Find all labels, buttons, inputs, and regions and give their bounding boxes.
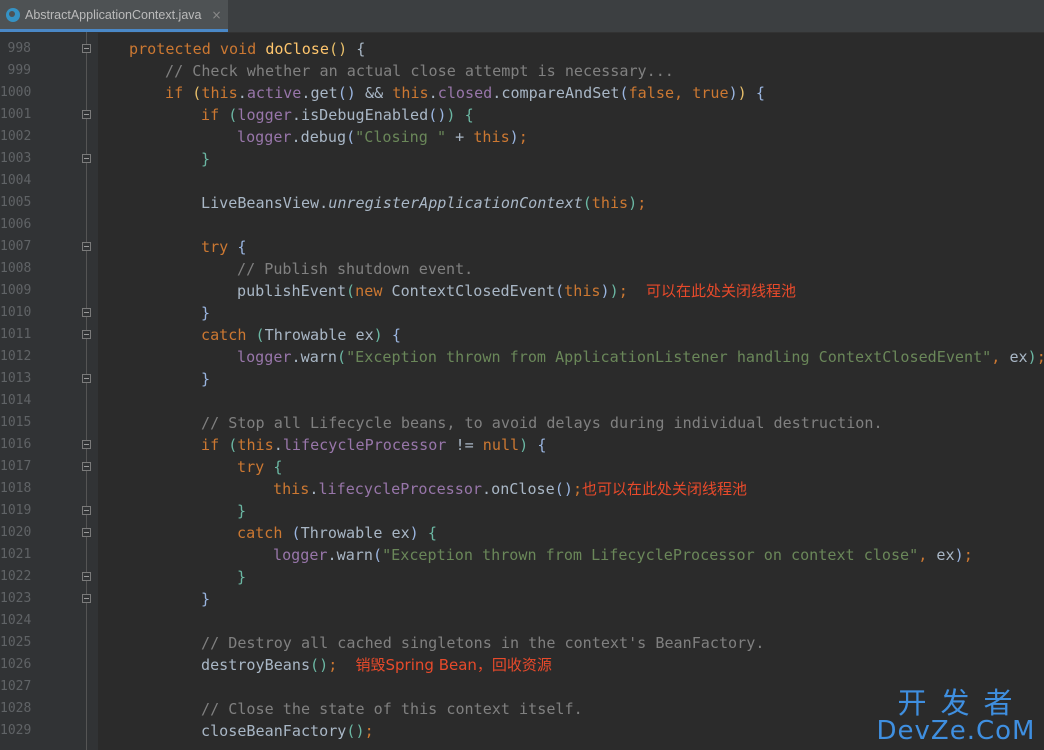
code-text: // Destroy all cached singletons in the …	[201, 634, 765, 652]
annotation-note: 也可以在此处关闭线程池	[582, 480, 748, 498]
line-number: 1004	[0, 173, 32, 188]
code-text: // Stop all Lifecycle beans, to avoid de…	[201, 414, 883, 432]
annotation-note: 可以在此处关闭线程池	[646, 282, 797, 300]
line-number: 1027	[0, 679, 32, 694]
fold-marker-icon[interactable]	[82, 528, 91, 537]
line-number: 1015	[0, 415, 32, 430]
code-text: }	[201, 150, 211, 168]
fold-marker-icon[interactable]	[82, 242, 91, 251]
code-text: if (this.active.get() && this.closed.com…	[165, 84, 765, 102]
code-text: closeBeanFactory();	[201, 722, 374, 740]
line-number: 1029	[0, 723, 32, 738]
code-text: if (this.lifecycleProcessor != null) {	[201, 436, 547, 454]
code-text: LiveBeansView.unregisterApplicationConte…	[201, 194, 647, 212]
line-number: 1005	[0, 195, 32, 210]
line-number: 1003	[0, 151, 32, 166]
close-icon[interactable]: ×	[211, 8, 221, 22]
fold-marker-icon[interactable]	[82, 44, 91, 53]
line-number: 1021	[0, 547, 32, 562]
code-text: logger.warn("Exception thrown from Appli…	[237, 348, 1044, 366]
code-text: // Publish shutdown event.	[237, 260, 474, 278]
fold-marker-icon[interactable]	[82, 462, 91, 471]
code-text: this.lifecycleProcessor.onClose();也可以在此处…	[273, 480, 748, 498]
line-number: 999	[7, 63, 31, 78]
line-number: 1009	[0, 283, 32, 298]
line-number: 1026	[0, 657, 32, 672]
line-number: 1013	[0, 371, 32, 386]
code-text: // Close the state of this context itsel…	[201, 700, 583, 718]
code-text: catch (Throwable ex) {	[201, 326, 401, 344]
code-text: catch (Throwable ex) {	[237, 524, 437, 542]
fold-marker-icon[interactable]	[82, 374, 91, 383]
line-number: 1002	[0, 129, 32, 144]
line-number: 1001	[0, 107, 32, 122]
watermark-top: 开发者	[897, 686, 1027, 720]
line-number: 1023	[0, 591, 32, 606]
fold-marker-icon[interactable]	[82, 330, 91, 339]
code-text: }	[201, 370, 211, 388]
code-text: }	[201, 590, 211, 608]
line-number: 1012	[0, 349, 32, 364]
fold-marker-icon[interactable]	[82, 506, 91, 515]
line-number: 1025	[0, 635, 32, 650]
watermark-bottom: DevZe.CoM	[876, 716, 1036, 746]
site-watermark: 开发者 DevZe.CoM	[876, 686, 1036, 746]
line-number: 1011	[0, 327, 32, 342]
fold-marker-icon[interactable]	[82, 594, 91, 603]
line-number: 998	[7, 41, 31, 56]
line-number: 1024	[0, 613, 32, 628]
code-text: // Check whether an actual close attempt…	[165, 62, 674, 80]
code-text: logger.debug("Closing " + this);	[237, 128, 528, 146]
fold-marker-icon[interactable]	[82, 154, 91, 163]
code-text: logger.warn("Exception thrown from Lifec…	[273, 546, 973, 564]
line-number: 1014	[0, 393, 32, 408]
line-number: 1019	[0, 503, 32, 518]
line-number: 1022	[0, 569, 32, 584]
fold-guide-line	[86, 32, 87, 750]
fold-marker-icon[interactable]	[82, 440, 91, 449]
code-text: }	[237, 502, 247, 520]
line-number: 1006	[0, 217, 32, 232]
annotation-note: 销毁Spring Bean，回收资源	[355, 656, 552, 674]
code-text: try {	[237, 458, 283, 476]
line-number: 1000	[0, 85, 32, 100]
code-text: }	[237, 568, 247, 586]
line-number: 1020	[0, 525, 32, 540]
tab-abstract-application-context[interactable]: AbstractApplicationContext.java ×	[0, 0, 228, 32]
tab-label: AbstractApplicationContext.java	[25, 7, 202, 22]
code-text: publishEvent(new ContextClosedEvent(this…	[237, 282, 797, 300]
line-number: 1016	[0, 437, 32, 452]
code-text: destroyBeans(); 销毁Spring Bean，回收资源	[201, 656, 552, 674]
fold-marker-icon[interactable]	[82, 110, 91, 119]
line-number: 1028	[0, 701, 32, 716]
line-number: 1007	[0, 239, 32, 254]
code-text: }	[201, 304, 211, 322]
java-class-icon	[6, 7, 20, 22]
line-number: 1017	[0, 459, 32, 474]
code-text: try {	[201, 238, 247, 256]
line-number: 1018	[0, 481, 32, 496]
code-text: protected void doClose() {	[129, 40, 366, 58]
code-text: if (logger.isDebugEnabled()) {	[201, 106, 474, 124]
fold-marker-icon[interactable]	[82, 308, 91, 317]
line-number: 1010	[0, 305, 32, 320]
line-number: 1008	[0, 261, 32, 276]
editor-tab-bar: AbstractApplicationContext.java ×	[0, 0, 1044, 33]
fold-marker-icon[interactable]	[82, 572, 91, 581]
